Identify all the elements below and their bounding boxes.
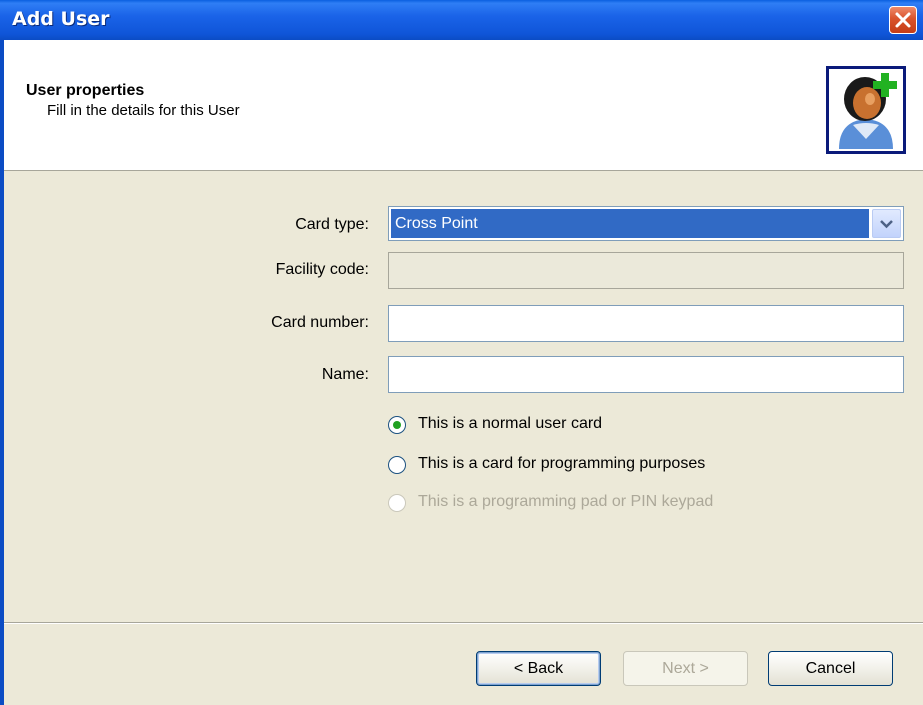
card-number-label: Card number: bbox=[271, 314, 369, 331]
radio-button-checked[interactable] bbox=[388, 416, 406, 434]
radio-label: This is a card for programming purposes bbox=[418, 455, 706, 472]
name-field[interactable] bbox=[388, 356, 904, 393]
close-button[interactable] bbox=[889, 6, 917, 34]
page-title: User properties bbox=[26, 82, 145, 99]
facility-code-field bbox=[388, 252, 904, 289]
radio-label: This is a programming pad or PIN keypad bbox=[418, 493, 714, 510]
name-label: Name: bbox=[321, 366, 369, 383]
radio-label: This is a normal user card bbox=[418, 415, 603, 432]
card-type-label: Card type: bbox=[295, 216, 369, 233]
facility-code-input bbox=[389, 253, 903, 288]
window-title: Add User bbox=[12, 8, 110, 30]
card-number-field[interactable] bbox=[388, 305, 904, 342]
next-button: Next > bbox=[623, 651, 748, 686]
dropdown-button[interactable] bbox=[872, 209, 901, 238]
add-user-dialog: Add User User properties Fill in the det… bbox=[0, 0, 923, 705]
radio-button[interactable] bbox=[388, 456, 406, 474]
button-separator bbox=[4, 622, 923, 624]
add-user-icon bbox=[826, 66, 906, 154]
radio-button-disabled bbox=[388, 494, 406, 512]
facility-code-label: Facility code: bbox=[275, 261, 369, 278]
cancel-button[interactable]: Cancel bbox=[768, 651, 893, 686]
card-type-dropdown[interactable]: Cross Point bbox=[388, 206, 904, 241]
chevron-down-icon bbox=[880, 220, 893, 229]
name-input[interactable] bbox=[389, 357, 903, 392]
card-type-selected-value: Cross Point bbox=[391, 209, 869, 238]
back-button[interactable]: < Back bbox=[476, 651, 601, 686]
title-bar[interactable]: Add User bbox=[0, 0, 923, 40]
close-icon bbox=[895, 12, 911, 28]
wizard-header: User properties Fill in the details for … bbox=[4, 40, 923, 171]
page-subtitle: Fill in the details for this User bbox=[47, 102, 240, 119]
card-number-input[interactable] bbox=[389, 306, 903, 341]
